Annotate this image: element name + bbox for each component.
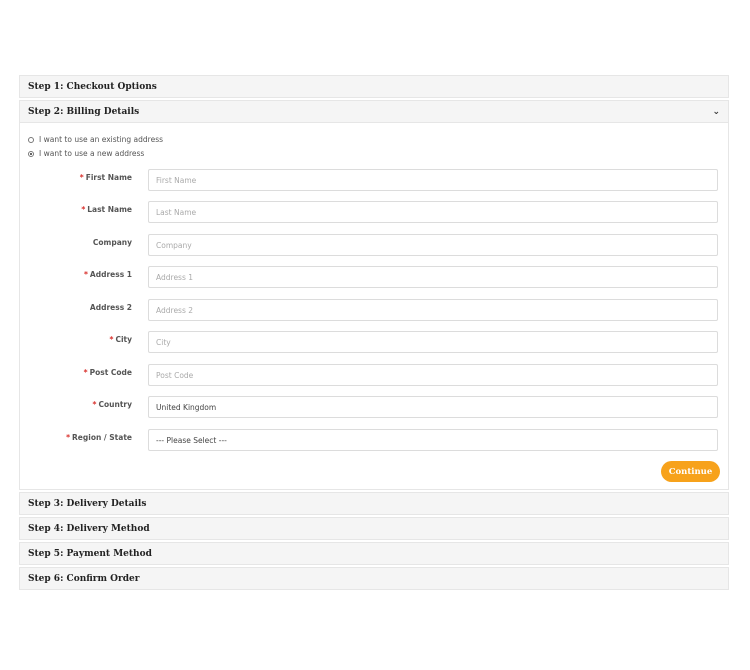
region-label: * Region / State [66,433,132,442]
country-row: * Country United Kingdom [20,396,730,418]
post-code-label: * Post Code [83,368,132,377]
last-name-label: * Last Name [81,205,132,214]
required-marker: * [83,368,88,377]
city-label: * City [109,335,133,344]
required-marker: * [66,433,71,442]
region-select[interactable]: --- Please Select --- [148,429,718,451]
city-input[interactable] [148,331,718,353]
required-marker: * [92,400,97,409]
step-2-header[interactable]: Step 2: Billing Details ⌄ [19,100,729,123]
checkout-accordion: Step 1: Checkout Options Step 2: Billing… [19,75,729,592]
post-code-row: * Post Code [20,364,730,386]
step-1-title: Step 1: Checkout Options [28,81,157,92]
address-1-row: * Address 1 [20,266,730,288]
step-5-title: Step 5: Payment Method [28,548,152,559]
step-3-header[interactable]: Step 3: Delivery Details [19,492,729,515]
radio-new-label: I want to use a new address [39,149,145,158]
company-input[interactable] [148,234,718,256]
required-marker: * [83,270,88,279]
address-1-input[interactable] [148,266,718,288]
radio-new-address[interactable]: I want to use a new address [28,149,144,158]
radio-new-button[interactable] [28,150,34,157]
last-name-input[interactable] [148,201,718,223]
chevron-down-icon[interactable]: ⌄ [712,107,720,117]
first-name-label: * First Name [79,173,132,182]
country-select[interactable]: United Kingdom [148,396,718,418]
radio-existing-label: I want to use an existing address [39,135,164,144]
radio-existing-address[interactable]: I want to use an existing address [28,135,163,144]
continue-button[interactable]: Continue [661,461,720,482]
step-5-header[interactable]: Step 5: Payment Method [19,542,729,565]
step-6-header[interactable]: Step 6: Confirm Order [19,567,729,590]
first-name-row: * First Name [20,169,730,191]
address-2-input[interactable] [148,299,718,321]
radio-existing-button[interactable] [28,136,34,143]
last-name-row: * Last Name [20,201,730,223]
step-6-title: Step 6: Confirm Order [28,573,140,584]
step-3-title: Step 3: Delivery Details [28,498,147,509]
company-row: Company [20,234,730,256]
step-2-title: Step 2: Billing Details [28,106,140,117]
company-label: Company [92,238,132,247]
step-4-header[interactable]: Step 4: Delivery Method [19,517,729,540]
required-marker: * [109,335,114,344]
step-4-title: Step 4: Delivery Method [28,523,150,534]
required-marker: * [79,173,84,182]
address-2-row: Address 2 [20,299,730,321]
first-name-input[interactable] [148,169,718,191]
country-label: * Country [92,400,132,409]
required-marker: * [81,205,86,214]
step-1-header[interactable]: Step 1: Checkout Options [19,75,729,98]
post-code-input[interactable] [148,364,718,386]
billing-details-panel: I want to use an existing address I want… [19,123,729,490]
region-row: * Region / State --- Please Select --- [20,429,730,451]
address-2-label: Address 2 [89,303,132,312]
city-row: * City [20,331,730,353]
address-1-label: * Address 1 [83,270,132,279]
